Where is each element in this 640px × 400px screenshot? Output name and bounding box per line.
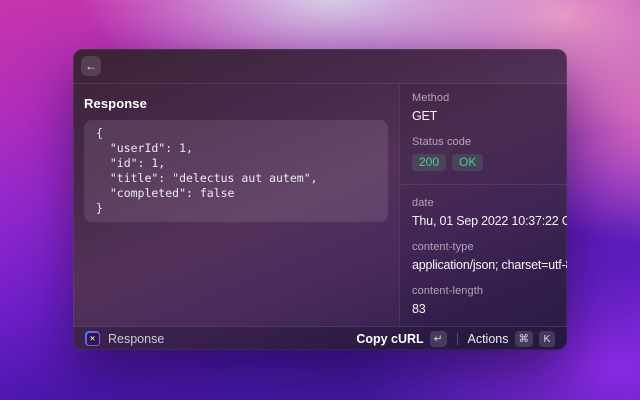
footer-actions: Copy cURL ↵ Actions ⌘ K <box>356 331 555 347</box>
header-value: Thu, 01 Sep 2022 10:37:22 G... <box>412 214 555 228</box>
k-key-icon: K <box>539 331 555 347</box>
return-key-icon: ↵ <box>430 331 447 347</box>
code-line: "id": 1, <box>96 156 376 171</box>
desktop-wallpaper: { "colors": { "status_green": "#50cd8f" … <box>0 0 640 400</box>
window-header: ← <box>73 49 567 84</box>
copy-curl-button[interactable]: Copy cURL ↵ <box>356 331 446 347</box>
back-icon: ← <box>85 56 97 76</box>
details-panel: Method GET Status code 200 OK date Thu, … <box>399 84 567 326</box>
back-button[interactable]: ← <box>81 56 101 76</box>
response-panel: Response { "userId": 1, "id": 1, "title"… <box>73 84 399 326</box>
extension-icon: ✕ <box>85 331 100 346</box>
window-main: Response { "userId": 1, "id": 1, "title"… <box>73 84 567 326</box>
method-label: Method <box>412 92 555 104</box>
response-title: Response <box>84 96 388 111</box>
status-group: Status code 200 OK <box>412 136 555 171</box>
response-json-block: { "userId": 1, "id": 1, "title": "delect… <box>84 120 388 222</box>
sidebar-divider <box>400 184 567 185</box>
actions-menu-button[interactable]: Actions ⌘ K <box>468 331 556 347</box>
action-bar: ✕ Response Copy cURL ↵ Actions ⌘ K <box>73 326 567 350</box>
header-row-date: date Thu, 01 Sep 2022 10:37:22 G... <box>412 197 555 228</box>
copy-curl-label: Copy cURL <box>356 332 423 346</box>
status-code-badge: 200 <box>412 154 446 171</box>
header-label: content-type <box>412 241 555 253</box>
footer-separator <box>457 333 458 345</box>
code-line: "title": "delectus aut autem", <box>96 171 376 186</box>
method-group: Method GET <box>412 92 555 123</box>
extension-icon-glyph: ✕ <box>87 333 99 345</box>
footer-context: ✕ Response <box>85 331 164 346</box>
header-row-content-length: content-length 83 <box>412 285 555 316</box>
code-line: { <box>96 126 376 141</box>
footer-context-label: Response <box>108 332 164 346</box>
actions-label: Actions <box>468 332 509 346</box>
header-value: application/json; charset=utf-8 <box>412 258 555 272</box>
code-line: "completed": false <box>96 186 376 201</box>
command-key-icon: ⌘ <box>515 331 534 347</box>
header-row-content-type: content-type application/json; charset=u… <box>412 241 555 272</box>
code-line: } <box>96 201 376 216</box>
app-window: ← Response { "userId": 1, "id": 1, "titl… <box>73 49 567 350</box>
header-label: date <box>412 197 555 209</box>
header-value: 83 <box>412 302 555 316</box>
method-value: GET <box>412 109 555 123</box>
status-code-label: Status code <box>412 136 555 148</box>
code-line: "userId": 1, <box>96 141 376 156</box>
status-badges: 200 OK <box>412 154 555 171</box>
status-text-badge: OK <box>452 154 483 171</box>
header-label: content-length <box>412 285 555 297</box>
